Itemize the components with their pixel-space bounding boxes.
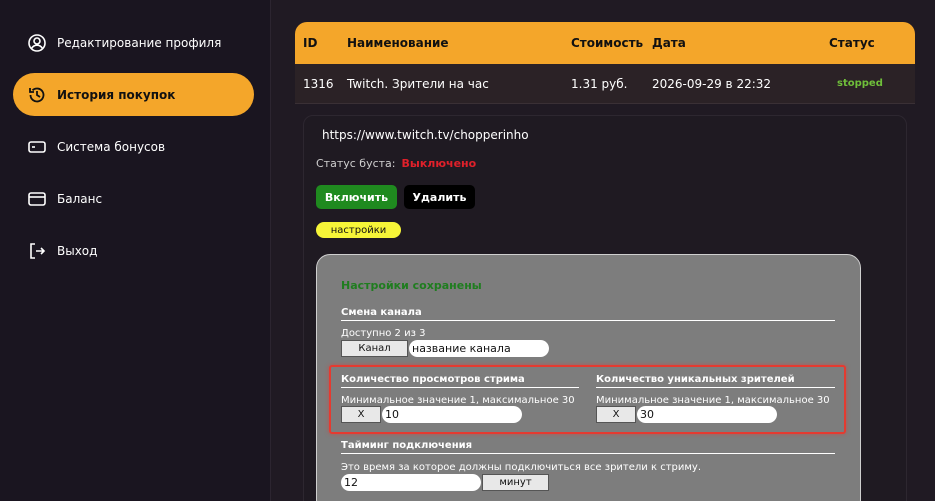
boost-status-value: Выключено [401,157,477,170]
enable-button[interactable]: Включить [316,185,397,209]
sidebar-item-logout[interactable]: Выход [13,229,254,272]
sidebar-item-label: Выход [57,243,98,258]
stream-url: https://www.twitch.tv/chopperinho [322,128,529,142]
order-detail-panel: https://www.twitch.tv/chopperinho Статус… [303,115,907,501]
col-name: Наименование [347,36,449,50]
logout-icon [27,241,47,261]
unique-input[interactable]: 30 [637,406,777,423]
views-section-title: Количество просмотров стрима [341,374,525,385]
unique-clear-button[interactable]: X [596,406,636,423]
saved-message: Настройки сохранены [341,279,482,292]
timing-input[interactable]: 12 [341,474,481,491]
row-name: Twitch. Зрители на час [347,76,489,91]
wallet-icon [27,189,47,209]
channel-available: Доступно 2 из 3 [341,328,426,339]
unique-hint: Минимальное значение 1, максимальное 30 [596,395,830,406]
timing-section-title: Тайминг подключения [341,440,473,451]
row-cost: 1.31 руб. [571,76,628,91]
boost-status-label: Статус буста: [316,157,396,170]
channel-name-input[interactable]: название канала [409,340,549,357]
settings-button[interactable]: настройки [316,222,401,238]
purchase-table: ID Наименование Стоимость Дата Статус 13… [295,22,915,104]
settings-panel: Настройки сохранены Смена канала Доступн… [316,254,861,501]
sidebar-item-bonus[interactable]: Система бонусов [13,125,254,168]
main-content: ID Наименование Стоимость Дата Статус 13… [271,0,935,501]
divider [341,320,835,321]
sidebar-item-history[interactable]: История покупок [13,73,254,116]
sidebar: Редактирование профиля История покупок С… [0,0,271,501]
col-cost: Стоимость [571,36,644,50]
sidebar-item-balance[interactable]: Баланс [13,177,254,220]
row-date: 2026-09-29 в 22:32 [652,76,772,91]
divider [596,387,835,388]
user-circle-icon [27,33,47,53]
history-icon [27,85,47,105]
delete-button[interactable]: Удалить [404,185,475,209]
views-input[interactable]: 10 [382,406,522,423]
table-header: ID Наименование Стоимость Дата Статус [295,22,915,64]
unique-section-title: Количество уникальных зрителей [596,374,795,385]
col-date: Дата [652,36,686,50]
sidebar-item-label: Баланс [57,191,103,206]
col-status: Статус [829,36,875,50]
boost-status: Статус буста: Выключено [316,157,476,170]
views-clear-button[interactable]: X [341,406,381,423]
sidebar-item-label: История покупок [57,87,176,102]
bonus-card-icon [27,137,47,157]
sidebar-item-label: Система бонусов [57,139,166,154]
divider [341,453,835,454]
sidebar-item-profile[interactable]: Редактирование профиля [13,21,254,64]
divider [341,387,579,388]
timing-hint: Это время за которое должны подключиться… [341,462,702,473]
channel-section-title: Смена канала [341,307,422,318]
status-badge: stopped [837,78,883,89]
table-row[interactable]: 1316 Twitch. Зрители на час 1.31 руб. 20… [295,64,915,104]
col-id: ID [303,36,318,50]
timing-unit-button[interactable]: минут [482,474,549,491]
row-id: 1316 [303,76,334,91]
views-hint: Минимальное значение 1, максимальное 30 [341,395,575,406]
sidebar-item-label: Редактирование профиля [57,35,222,50]
channel-button[interactable]: Канал [341,340,408,357]
